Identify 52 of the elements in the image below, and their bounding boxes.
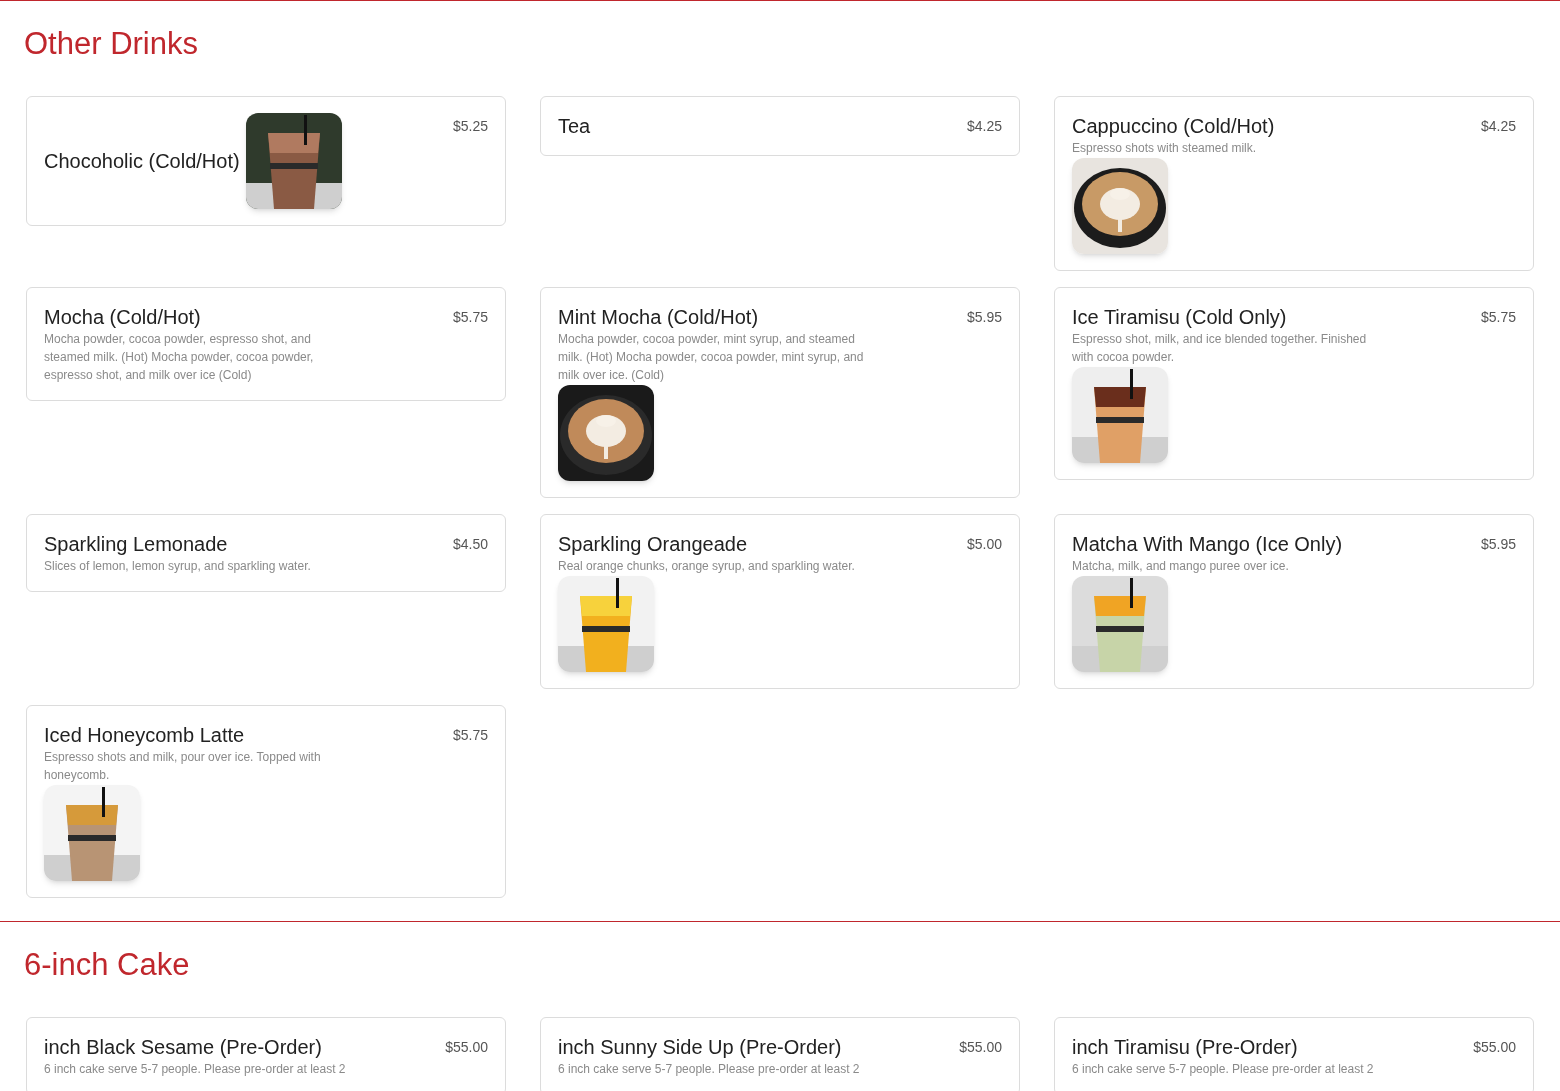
menu-item-card[interactable]: Mocha (Cold/Hot) Mocha powder, cocoa powder, espresso shot, and steamed milk. (Hot) Mocha powder, cocoa powder, espresso shot, and milk over ice (Cold) $5.75 xyxy=(26,287,506,401)
item-price: $5.75 xyxy=(452,726,488,745)
menu-item-card[interactable]: Sparkling Lemonade Slices of lemon, lemon syrup, and sparkling water. $4.50 xyxy=(26,514,506,592)
item-price: $5.95 xyxy=(966,308,1002,327)
item-price: $55.00 xyxy=(959,1038,1002,1057)
item-price: $55.00 xyxy=(1473,1038,1516,1057)
item-description: 6 inch cake serve 5-7 people. Please pre-order at least 2 xyxy=(1072,1061,1374,1078)
item-price: $5.95 xyxy=(1480,535,1516,554)
item-name: Mint Mocha (Cold/Hot) xyxy=(558,305,760,330)
item-price: $5.75 xyxy=(452,308,488,327)
menu-item-card[interactable]: inch Black Sesame (Pre-Order) 6 inch cake serve 5-7 people. Please pre-order at least 2 $55.00 xyxy=(26,1017,506,1091)
item-name: inch Black Sesame (Pre-Order) xyxy=(44,1035,323,1060)
item-name: Sparkling Orangeade xyxy=(558,532,748,557)
item-description: Matcha, milk, and mango puree over ice. xyxy=(1072,558,1290,575)
menu-item-card[interactable]: Cappuccino (Cold/Hot) Espresso shots with steamed milk. $4.25 xyxy=(1054,96,1534,271)
item-price: $5.75 xyxy=(1480,308,1516,327)
item-description: Espresso shot, milk, and ice blended together. Finished with cocoa powder. xyxy=(1072,331,1368,366)
item-description: Slices of lemon, lemon syrup, and sparkling water. xyxy=(44,558,311,575)
item-name: Iced Honeycomb Latte xyxy=(44,723,246,748)
item-price: $4.25 xyxy=(1480,117,1516,136)
item-name: inch Tiramisu (Pre-Order) xyxy=(1072,1035,1299,1060)
menu-item-card[interactable]: Tea $4.25 xyxy=(540,96,1020,156)
menu-item-card[interactable]: inch Sunny Side Up (Pre-Order) 6 inch cake serve 5-7 people. Please pre-order at least 2 $55.00 xyxy=(540,1017,1020,1091)
item-name: Mocha (Cold/Hot) xyxy=(44,305,202,330)
item-description: 6 inch cake serve 5-7 people. Please pre-order at least 2 xyxy=(44,1061,346,1078)
item-description: Mocha powder, cocoa powder, mint syrup, and steamed milk. (Hot) Mocha powder, cocoa powder, mint syrup, and milk over ice. (Cold) xyxy=(558,331,865,384)
section-heading: 6-inch Cake xyxy=(24,946,191,984)
item-description: 6 inch cake serve 5-7 people. Please pre-order at least 2 xyxy=(558,1061,860,1078)
item-name: Chocoholic (Cold/Hot) xyxy=(44,149,240,174)
menu-item-card[interactable]: Matcha With Mango (Ice Only) Matcha, milk, and mango puree over ice. $5.95 xyxy=(1054,514,1534,689)
item-name: Tea xyxy=(558,114,591,139)
section-heading: Other Drinks xyxy=(24,25,199,63)
item-name: inch Sunny Side Up (Pre-Order) xyxy=(558,1035,843,1060)
item-description: Espresso shots with steamed milk. xyxy=(1072,140,1258,157)
menu-item-card[interactable]: Ice Tiramisu (Cold Only) Espresso shot, milk, and ice blended together. Finished with cocoa powder. $5.75 xyxy=(1054,287,1534,480)
item-price: $4.25 xyxy=(966,117,1002,136)
item-description: Espresso shots and milk, pour over ice. Topped with honeycomb. xyxy=(44,749,322,784)
item-name: Cappuccino (Cold/Hot) xyxy=(1072,114,1275,139)
menu-item-card[interactable]: Mint Mocha (Cold/Hot) Mocha powder, cocoa powder, mint syrup, and steamed milk. (Hot) Mocha powder, cocoa powder, mint syrup, and milk over ice. (Cold) $5.95 xyxy=(540,287,1020,498)
item-name: Matcha With Mango (Ice Only) xyxy=(1072,532,1343,557)
menu-item-card[interactable]: Iced Honeycomb Latte Espresso shots and milk, pour over ice. Topped with honeycomb. $5.75 xyxy=(26,705,506,898)
item-price: $4.50 xyxy=(452,535,488,554)
item-price: $5.25 xyxy=(452,117,488,136)
item-description: Real orange chunks, orange syrup, and sparkling water. xyxy=(558,558,855,575)
item-description: Mocha powder, cocoa powder, espresso shot, and steamed milk. (Hot) Mocha powder, cocoa powder, espresso shot, and milk over ice (Cold) xyxy=(44,331,315,384)
item-price: $55.00 xyxy=(445,1038,488,1057)
menu-item-card[interactable]: inch Tiramisu (Pre-Order) 6 inch cake serve 5-7 people. Please pre-order at least 2 $55.00 xyxy=(1054,1017,1534,1091)
item-name: Sparkling Lemonade xyxy=(44,532,229,557)
menu-item-card[interactable]: Sparkling Orangeade Real orange chunks, orange syrup, and sparkling water. $5.00 xyxy=(540,514,1020,689)
item-name: Ice Tiramisu (Cold Only) xyxy=(1072,305,1288,330)
menu-item-card[interactable]: Chocoholic (Cold/Hot) $5.25 xyxy=(26,96,506,226)
item-price: $5.00 xyxy=(966,535,1002,554)
